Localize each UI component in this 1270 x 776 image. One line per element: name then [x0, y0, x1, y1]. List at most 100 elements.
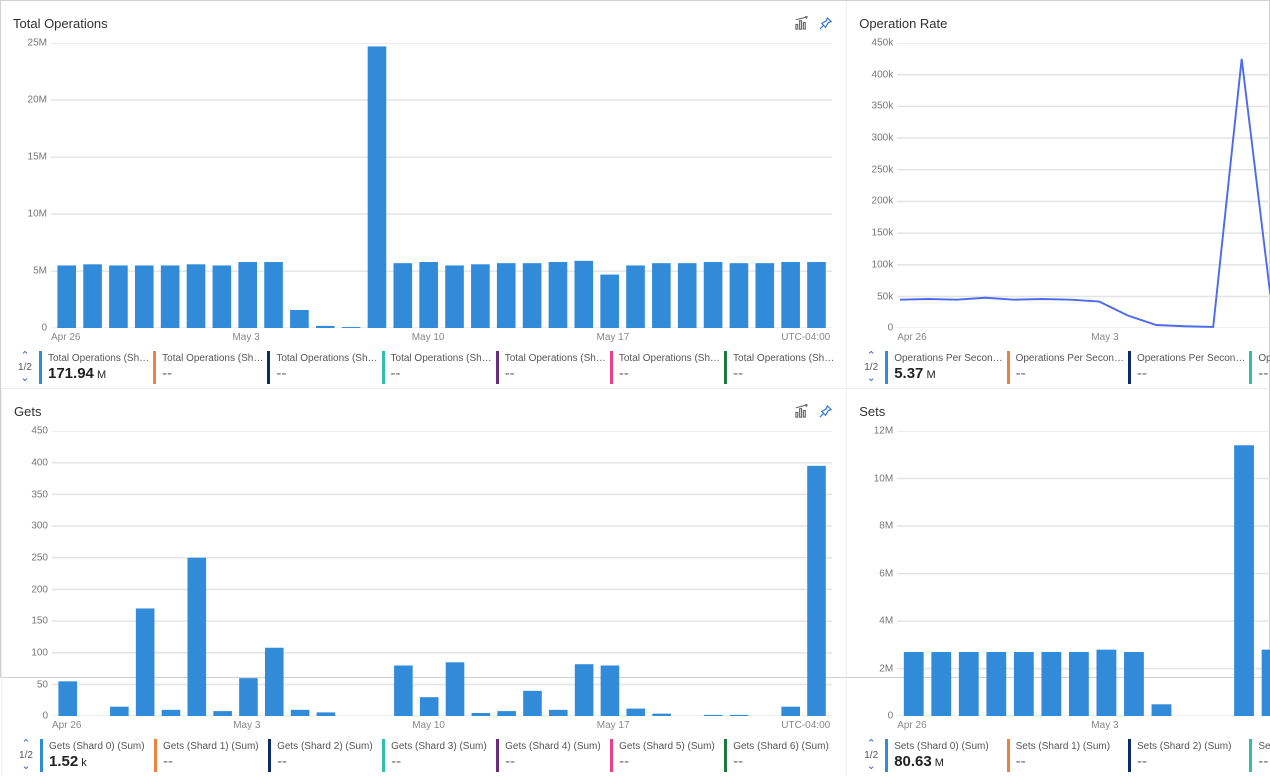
legend-value: -- — [1016, 753, 1110, 771]
dashboard: Total Operations 05M10M15M20M25M Apr 26M… — [0, 0, 1270, 678]
legend-value: -- — [733, 365, 834, 383]
legend-row: ⌃ 1/2 ⌄ Sets (Shard 0) (Sum)80.63 MSets … — [859, 739, 1270, 772]
chevron-up-icon[interactable]: ⌃ — [867, 351, 876, 362]
tile-operation-rate: Operation Rate 050k100k150k200k250k300k3… — [846, 1, 1270, 388]
y-axis: 02M4M6M8M10M12M — [859, 431, 895, 716]
legend-value: 5.37 M — [894, 365, 1002, 383]
legend-swatch — [40, 739, 43, 772]
legend-swatch — [267, 351, 270, 384]
legend-item[interactable]: Sets (Shard 0) (Sum)80.63 M — [885, 739, 1002, 772]
legend-item[interactable]: Total Operations (Sh…-- — [153, 351, 263, 384]
legend-label: Total Operations (Sh… — [48, 353, 149, 365]
chart-area[interactable]: 050100150200250300350400450 — [52, 431, 832, 716]
legend-swatch — [153, 351, 156, 384]
legend-label: Sets (Shard 1) (Sum) — [1016, 741, 1110, 753]
legend-value: -- — [391, 753, 487, 771]
legend-label: Gets (Shard 3) (Sum) — [391, 741, 487, 753]
legend-swatch — [382, 351, 385, 384]
legend-pager[interactable]: ⌃ 1/2 ⌄ — [859, 739, 883, 772]
legend-label: Operations Per Secon… — [1258, 353, 1270, 365]
legend-item[interactable]: Gets (Shard 2) (Sum)-- — [268, 739, 378, 772]
legend-value: -- — [1258, 365, 1270, 383]
chart-area[interactable]: 050k100k150k200k250k300k350k400k450k — [897, 43, 1270, 328]
legend-swatch — [724, 351, 727, 384]
legend-item[interactable]: Total Operations (Sh…-- — [496, 351, 606, 384]
chevron-up-icon[interactable]: ⌃ — [21, 739, 30, 750]
legend-label: Gets (Shard 1) (Sum) — [163, 741, 259, 753]
legend-value: -- — [733, 753, 829, 771]
x-axis: Apr 26May 3May 10May 17UTC-04:00 — [51, 332, 830, 343]
legend-swatch — [1007, 351, 1010, 384]
legend-label: Gets (Shard 6) (Sum) — [733, 741, 829, 753]
legend-item[interactable]: Gets (Shard 0) (Sum)1.52 k — [40, 739, 150, 772]
legend-label: Sets (Shard 0) (Sum) — [894, 741, 988, 753]
legend-item[interactable]: Sets (Shard 2) (Sum)-- — [1128, 739, 1245, 772]
legend-item[interactable]: Operations Per Secon…-- — [1128, 351, 1245, 384]
legend-value: -- — [505, 753, 601, 771]
open-metrics-icon[interactable] — [792, 402, 810, 420]
legend-item[interactable]: Gets (Shard 3) (Sum)-- — [382, 739, 492, 772]
legend-item[interactable]: Total Operations (Sh…171.94 M — [39, 351, 149, 384]
legend-item[interactable]: Gets (Shard 1) (Sum)-- — [154, 739, 264, 772]
legend-label: Gets (Shard 0) (Sum) — [49, 741, 145, 753]
legend-swatch — [496, 739, 499, 772]
legend-swatch — [154, 739, 157, 772]
chevron-up-icon[interactable]: ⌃ — [20, 351, 29, 362]
legend-label: Operations Per Secon… — [894, 353, 1002, 365]
pin-icon[interactable] — [816, 14, 834, 32]
legend-swatch — [1249, 351, 1252, 384]
x-axis: Apr 26May 3May 10May 17UTC-04:00 — [897, 332, 1270, 343]
legend-item[interactable]: Gets (Shard 6) (Sum)-- — [724, 739, 834, 772]
legend-row: ⌃ 1/2 ⌄ Operations Per Secon…5.37 MOpera… — [859, 351, 1270, 384]
tile-sets: Sets 02M4M6M8M10M12M Apr 26May 3May 10Ma… — [846, 388, 1270, 776]
legend-value: -- — [619, 365, 720, 383]
legend-pager[interactable]: ⌃ 1/2 ⌄ — [13, 351, 37, 384]
legend-swatch — [885, 739, 888, 772]
open-metrics-icon[interactable] — [792, 14, 810, 32]
legend-item[interactable]: Operations Per Secon…-- — [1249, 351, 1270, 384]
x-axis: Apr 26May 3May 10May 17UTC-04:00 — [897, 720, 1270, 731]
legend-item[interactable]: Total Operations (Sh…-- — [267, 351, 377, 384]
legend-pager[interactable]: ⌃ 1/2 ⌄ — [14, 739, 38, 772]
legend-label: Sets (Shard 2) (Sum) — [1137, 741, 1231, 753]
y-axis: 05M10M15M20M25M — [13, 43, 49, 328]
legend-item[interactable]: Gets (Shard 4) (Sum)-- — [496, 739, 606, 772]
legend-swatch — [382, 739, 385, 772]
legend-item[interactable]: Operations Per Secon…-- — [1007, 351, 1124, 384]
chevron-down-icon[interactable]: ⌄ — [867, 761, 876, 772]
legend-item[interactable]: Total Operations (Sh…-- — [382, 351, 492, 384]
legend-item[interactable]: Sets (Shard 3) (Sum)-- — [1249, 739, 1270, 772]
pin-icon[interactable] — [816, 402, 834, 420]
legend-label: Gets (Shard 5) (Sum) — [619, 741, 715, 753]
legend-swatch — [1007, 739, 1010, 772]
legend-swatch — [1128, 351, 1131, 384]
legend-swatch — [610, 739, 613, 772]
legend-item[interactable]: Sets (Shard 1) (Sum)-- — [1007, 739, 1124, 772]
legend-label: Total Operations (Sh… — [505, 353, 606, 365]
legend-item[interactable]: Gets (Shard 5) (Sum)-- — [610, 739, 720, 772]
legend-item[interactable]: Total Operations (Sh…-- — [610, 351, 720, 384]
legend-value: -- — [163, 753, 259, 771]
legend-item[interactable]: Total Operations (Sh…-- — [724, 351, 834, 384]
chevron-down-icon[interactable]: ⌄ — [20, 373, 29, 384]
tile-gets: Gets 050100150200250300350400450 Apr 26M… — [1, 388, 846, 776]
y-axis: 050100150200250300350400450 — [14, 431, 50, 716]
legend-value: -- — [1137, 365, 1245, 383]
legend-item[interactable]: Operations Per Secon…5.37 M — [885, 351, 1002, 384]
legend-swatch — [268, 739, 271, 772]
legend-label: Total Operations (Sh… — [619, 353, 720, 365]
legend-pager[interactable]: ⌃ 1/2 ⌄ — [859, 351, 883, 384]
chart-area[interactable]: 05M10M15M20M25M — [51, 43, 832, 328]
legend-label: Gets (Shard 2) (Sum) — [277, 741, 373, 753]
legend-value: -- — [162, 365, 263, 383]
chevron-down-icon[interactable]: ⌄ — [21, 761, 30, 772]
chevron-down-icon[interactable]: ⌄ — [867, 373, 876, 384]
legend-label: Gets (Shard 4) (Sum) — [505, 741, 601, 753]
chevron-up-icon[interactable]: ⌃ — [867, 739, 876, 750]
chart-title: Total Operations — [13, 16, 786, 31]
legend-swatch — [610, 351, 613, 384]
chart-area[interactable]: 02M4M6M8M10M12M — [897, 431, 1270, 716]
legend-label: Operations Per Secon… — [1016, 353, 1124, 365]
chart-title: Gets — [14, 404, 786, 419]
legend-value: -- — [1258, 753, 1270, 771]
